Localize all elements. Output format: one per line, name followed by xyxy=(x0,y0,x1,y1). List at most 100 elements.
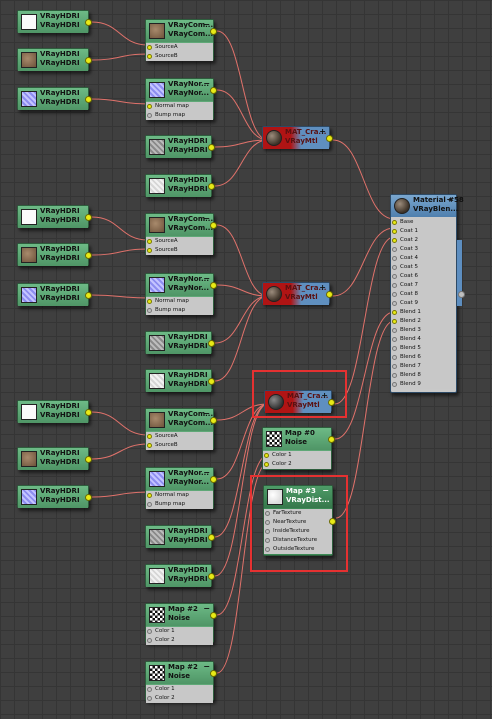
vrayhdri-node[interactable]: VRayHDRI VRayHDRI xyxy=(145,369,215,392)
output-socket[interactable] xyxy=(208,183,215,190)
output-socket[interactable] xyxy=(326,135,333,142)
slot-color2[interactable]: Color 2 xyxy=(146,636,213,645)
output-socket[interactable] xyxy=(85,96,92,103)
output-socket[interactable] xyxy=(210,282,217,289)
slot-color2[interactable]: Color 2 xyxy=(263,460,331,469)
output-socket[interactable] xyxy=(328,436,335,443)
blend-slot[interactable]: Blend 1 xyxy=(391,308,456,317)
blend-slot[interactable]: Coat 7 xyxy=(391,281,456,290)
vraycomp-node[interactable]: VRayCom... VRayCom... − SourceA SourceB xyxy=(145,19,217,61)
vrayhdri-node[interactable]: VRayHDRI VRayHDRI xyxy=(17,205,92,228)
vrayhdri-node[interactable]: VRayHDRI VRayHDRI xyxy=(145,331,215,354)
blend-slot[interactable]: Blend 3 xyxy=(391,326,456,335)
output-socket[interactable] xyxy=(210,222,217,229)
expand-button[interactable]: + xyxy=(319,284,326,292)
output-socket[interactable] xyxy=(208,534,215,541)
vrayhdri-node[interactable]: VRayHDRI VRayHDRI xyxy=(17,48,92,71)
output-socket[interactable] xyxy=(210,670,217,677)
slot-color1[interactable]: Color 1 xyxy=(263,451,331,460)
noise-map-node[interactable]: Map #2 Noise − Color 1 Color 2 xyxy=(145,603,217,645)
slot-sourceA[interactable]: SourceA xyxy=(146,432,213,441)
slot-bump-map[interactable]: Bump map xyxy=(146,306,213,315)
output-socket[interactable] xyxy=(85,252,92,259)
noise-map-node[interactable]: Map #2 Noise − Color 1 Color 2 xyxy=(145,661,217,703)
vrayhdri-node[interactable]: VRayHDRI VRayHDRI xyxy=(145,525,215,548)
vraynormal-node[interactable]: VRayNor... VRayNor... − Normal map Bump m… xyxy=(145,273,217,315)
output-socket[interactable] xyxy=(208,378,215,385)
blend-slot[interactable]: Blend 5 xyxy=(391,344,456,353)
blend-slot[interactable]: Coat 8 xyxy=(391,290,456,299)
output-socket[interactable] xyxy=(210,87,217,94)
collapse-button[interactable]: − xyxy=(203,215,210,223)
slot-sourceB[interactable]: SourceB xyxy=(146,441,213,450)
slot-sourceB[interactable]: SourceB xyxy=(146,246,213,255)
output-socket[interactable] xyxy=(85,409,92,416)
noise-map-node[interactable]: Map #0 Noise Color 1 Color 2 xyxy=(262,427,335,470)
vrayhdri-node[interactable]: VRayHDRI VRayHDRI xyxy=(17,243,92,266)
blend-slot[interactable]: Coat 2 xyxy=(391,236,456,245)
collapse-button[interactable]: − xyxy=(203,663,210,671)
collapse-button[interactable]: − xyxy=(203,410,210,418)
output-socket[interactable] xyxy=(85,494,92,501)
blend-slot[interactable]: Blend 6 xyxy=(391,353,456,362)
output-socket[interactable] xyxy=(208,340,215,347)
vrayhdri-node[interactable]: VRayHDRI VRayHDRI xyxy=(17,447,92,470)
vrayhdri-node[interactable]: VRayHDRI VRayHDRI xyxy=(17,87,92,110)
vrayhdri-node[interactable]: VRayHDRI VRayHDRI xyxy=(17,400,92,423)
vrayhdri-node[interactable]: VRayHDRI VRayHDRI xyxy=(145,135,215,158)
output-socket[interactable] xyxy=(85,57,92,64)
blend-slot[interactable]: Coat 1 xyxy=(391,227,456,236)
slot-sourceA[interactable]: SourceA xyxy=(146,43,213,52)
collapse-button[interactable]: − xyxy=(203,21,210,29)
blend-slot[interactable]: Coat 4 xyxy=(391,254,456,263)
output-socket[interactable] xyxy=(210,476,217,483)
output-socket[interactable] xyxy=(210,417,217,424)
vrayhdri-node[interactable]: VRayHDRI VRayHDRI xyxy=(17,10,92,33)
output-socket[interactable] xyxy=(85,456,92,463)
material-node[interactable]: MAT_Cra... VRayMtl + xyxy=(262,126,333,149)
output-socket[interactable] xyxy=(85,214,92,221)
vraynormal-node[interactable]: VRayNor... VRayNor... − Normal map Bump m… xyxy=(145,467,217,509)
vrayblend-material-node[interactable]: Material #58 VRayBlen... − Base Coat 1 Coat… xyxy=(390,194,464,393)
slot-normal-map[interactable]: Normal map xyxy=(146,491,213,500)
collapse-button[interactable]: − xyxy=(446,196,453,204)
vraynormal-node[interactable]: VRayNor... VRayNor... − Normal map Bump m… xyxy=(145,78,217,120)
blend-slot[interactable]: Blend 2 xyxy=(391,317,456,326)
collapse-button[interactable]: − xyxy=(203,275,210,283)
slot-bump-map[interactable]: Bump map xyxy=(146,500,213,509)
blend-slot[interactable]: Blend 4 xyxy=(391,335,456,344)
vrayhdri-node[interactable]: VRayHDRI VRayHDRI xyxy=(145,174,215,197)
material-node[interactable]: MAT_Cra... VRayMtl + xyxy=(262,282,333,305)
output-socket[interactable] xyxy=(210,28,217,35)
output-socket[interactable] xyxy=(208,573,215,580)
slot-sourceA[interactable]: SourceA xyxy=(146,237,213,246)
blend-slot[interactable]: Coat 3 xyxy=(391,245,456,254)
blend-slot[interactable]: Blend 9 xyxy=(391,380,456,389)
slot-bump-map[interactable]: Bump map xyxy=(146,111,213,120)
vrayhdri-node[interactable]: VRayHDRI VRayHDRI xyxy=(145,564,215,587)
collapse-button[interactable]: − xyxy=(203,605,210,613)
slot-color1[interactable]: Color 1 xyxy=(146,685,213,694)
output-socket[interactable] xyxy=(208,144,215,151)
vraycomp-node[interactable]: VRayCom... VRayCom... − SourceA SourceB xyxy=(145,213,217,255)
output-socket[interactable] xyxy=(85,19,92,26)
vrayhdri-node[interactable]: VRayHDRI VRayHDRI xyxy=(17,485,92,508)
expand-button[interactable]: + xyxy=(319,128,326,136)
blend-slot[interactable]: Blend 7 xyxy=(391,362,456,371)
slot-sourceB[interactable]: SourceB xyxy=(146,52,213,61)
slot-normal-map[interactable]: Normal map xyxy=(146,297,213,306)
slot-normal-map[interactable]: Normal map xyxy=(146,102,213,111)
blend-slot[interactable]: Base xyxy=(391,218,456,227)
collapse-button[interactable]: − xyxy=(203,80,210,88)
collapse-button[interactable]: − xyxy=(203,469,210,477)
blend-slot[interactable]: Coat 9 xyxy=(391,299,456,308)
slot-color2[interactable]: Color 2 xyxy=(146,694,213,703)
slot-color1[interactable]: Color 1 xyxy=(146,627,213,636)
output-socket[interactable] xyxy=(85,292,92,299)
vraycomp-node[interactable]: VRayCom... VRayCom... − SourceA SourceB xyxy=(145,408,217,450)
output-socket[interactable] xyxy=(210,612,217,619)
output-socket[interactable] xyxy=(326,291,333,298)
blend-slot[interactable]: Coat 6 xyxy=(391,272,456,281)
vrayhdri-node[interactable]: VRayHDRI VRayHDRI xyxy=(17,283,92,306)
blend-slot[interactable]: Blend 8 xyxy=(391,371,456,380)
